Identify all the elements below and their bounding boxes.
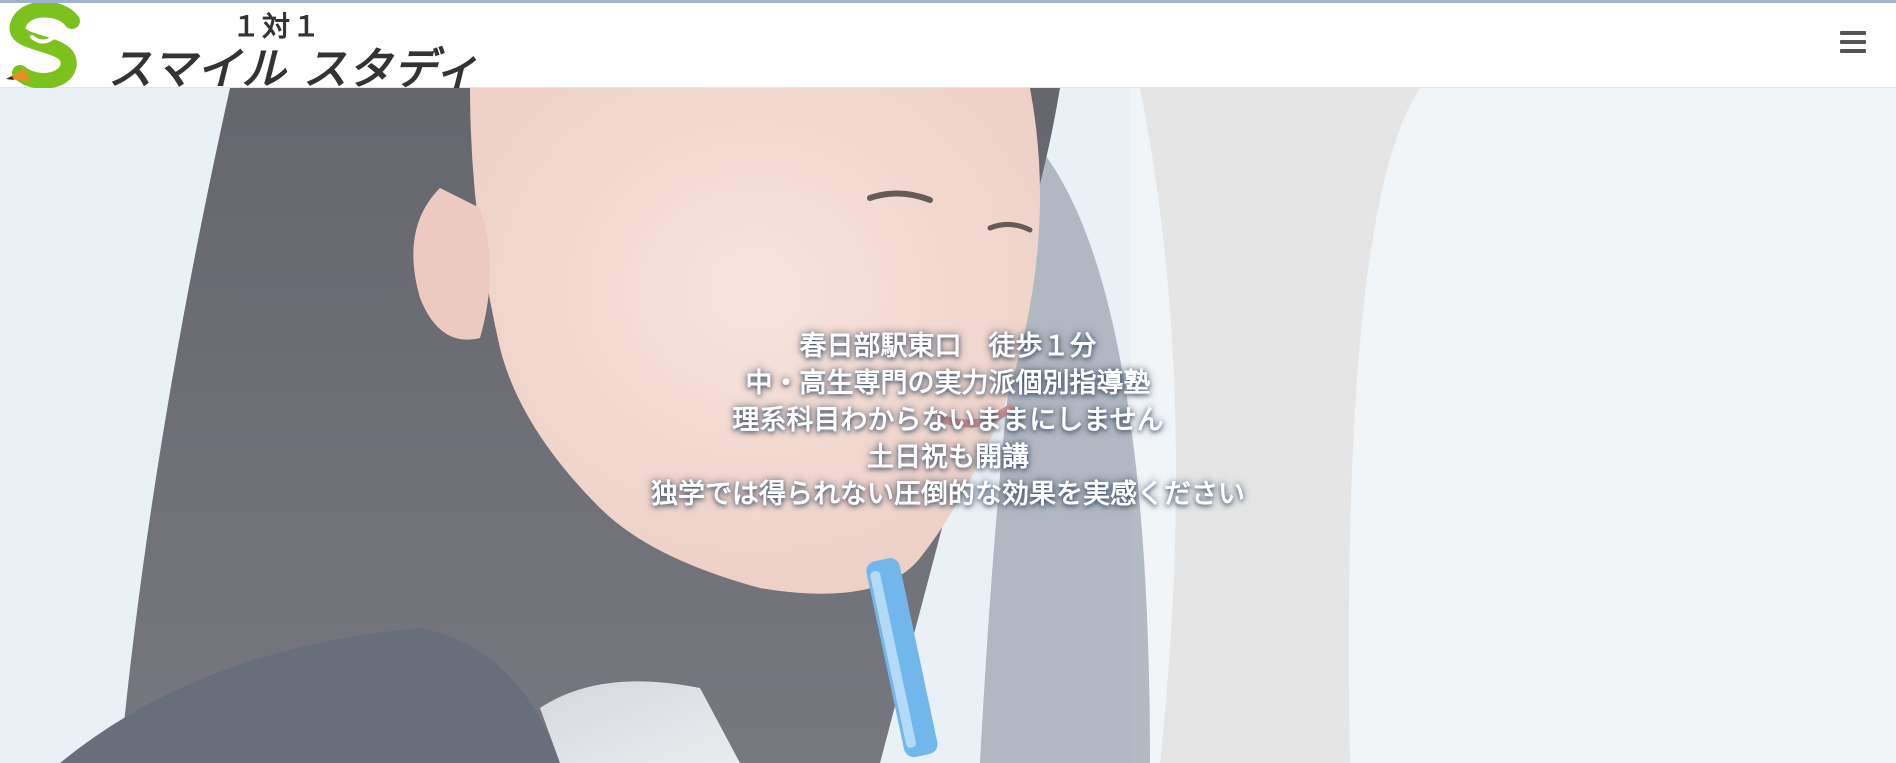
site-logo[interactable]: １対１ スマイル スタディ [0,3,479,95]
hero-line-holidays: 土日祝も開講 [867,442,1029,473]
menu-bar [1840,49,1866,53]
hero-line-effect: 独学では得られない圧倒的な効果を実感ください [651,479,1245,510]
hero-line-science: 理系科目わからないままにしません [732,405,1164,436]
hero-line-access: 春日部駅東口 徒歩１分 [799,331,1097,362]
site-header: １対１ スマイル スタディ [0,3,1896,95]
hero-line-school-type: 中・高生専門の実力派個別指導塾 [745,368,1151,399]
hero-section: 春日部駅東口 徒歩１分 中・高生専門の実力派個別指導塾 理系科目わからないままに… [0,88,1896,763]
menu-bar [1840,40,1866,44]
smile-s-logo-icon [6,3,80,89]
hero-message: 春日部駅東口 徒歩１分 中・高生専門の実力派個別指導塾 理系科目わからないままに… [0,328,1896,513]
hamburger-menu-icon[interactable] [1840,31,1866,55]
menu-bar [1840,31,1866,35]
